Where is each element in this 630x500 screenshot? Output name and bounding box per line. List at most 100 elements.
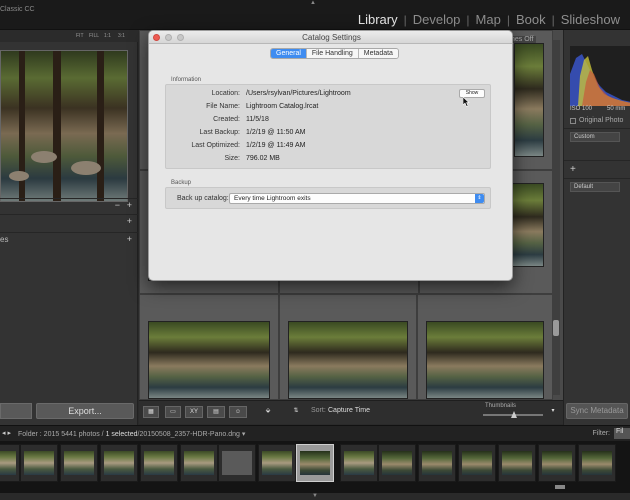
zoom-fit[interactable]: FIT <box>76 33 84 39</box>
filter-select[interactable]: Fil <box>614 428 630 439</box>
minus-icon[interactable]: − <box>115 200 120 210</box>
plus-icon[interactable]: + <box>127 200 132 210</box>
grid-thumbnail[interactable] <box>514 43 544 157</box>
thumbnail-image <box>582 451 612 475</box>
filmstrip-thumbnail[interactable] <box>140 444 178 482</box>
filmstrip-thumbnail[interactable] <box>340 444 378 482</box>
zoom-1-1[interactable]: 1:1 <box>104 33 111 39</box>
grid-thumbnail[interactable] <box>512 183 544 267</box>
grid-toolbar: ▦ ▭ XY ▤ ☺ ⬙ ⇅ Sort: Capture Time Thumbn… <box>139 400 563 424</box>
metadata-preset-select[interactable]: Default <box>570 182 620 192</box>
module-develop[interactable]: Develop <box>407 12 467 27</box>
filmstrip-thumbnail-selected[interactable] <box>296 444 334 482</box>
divider <box>564 160 630 161</box>
module-book[interactable]: Book <box>510 12 552 27</box>
grid-scrollbar[interactable] <box>552 40 560 395</box>
filmstrip-thumbnail[interactable] <box>20 444 58 482</box>
plus-icon[interactable]: + <box>570 164 576 175</box>
grid-view-icon[interactable]: ▦ <box>143 406 159 418</box>
catalog-panel-header[interactable]: − + <box>0 198 138 212</box>
module-map[interactable]: Map <box>470 12 507 27</box>
module-slideshow[interactable]: Slideshow <box>555 12 626 27</box>
rock-shape <box>9 171 29 181</box>
last-backup-row: Last Backup: 1/2/19 @ 11:50 AM <box>166 129 496 139</box>
backup-frequency-select[interactable]: Every time Lightroom exits ⇕ <box>229 193 485 204</box>
thumbnails-label: Thumbnails <box>485 403 517 409</box>
filmstrip-nav-icon[interactable]: ◂ ▸ <box>2 429 11 437</box>
loupe-view-icon[interactable]: ▭ <box>165 406 181 418</box>
survey-view-icon[interactable]: ▤ <box>207 406 225 418</box>
right-panel: ISO 100 50 mm Original Photo Custom + De… <box>563 30 630 425</box>
top-panel-toggle-icon[interactable]: ▲ <box>310 0 316 6</box>
plus-icon[interactable]: + <box>127 216 132 226</box>
grid-cell[interactable] <box>139 294 279 400</box>
bottom-panel-toggle-icon[interactable]: ▼ <box>312 493 318 499</box>
saved-preset-select[interactable]: Custom <box>570 132 620 142</box>
filmstrip-thumbnail[interactable] <box>180 444 218 482</box>
sync-metadata-button[interactable]: Sync Metadata <box>566 403 628 419</box>
thumbnail-image <box>104 451 134 475</box>
filmstrip-thumbnail[interactable] <box>498 444 536 482</box>
checkbox-icon[interactable] <box>570 117 576 124</box>
zoom-3-1[interactable]: 3:1 <box>118 33 125 39</box>
grid-scroll-thumb[interactable] <box>553 320 559 336</box>
photo-count: 5441 photos / <box>61 431 104 438</box>
navigator-preview[interactable] <box>0 50 128 202</box>
filmstrip-thumbnail[interactable] <box>458 444 496 482</box>
information-section: Location: /Users/rsylvan/Pictures/Lightr… <box>165 84 491 169</box>
backup-frequency-value: Every time Lightroom exits <box>234 195 311 202</box>
import-button[interactable] <box>0 403 32 419</box>
filmstrip-source-info[interactable]: Folder : 2015 5441 photos / 1 selected/2… <box>18 430 245 438</box>
grid-thumbnail[interactable] <box>426 321 544 399</box>
thumbnail-image <box>382 451 412 475</box>
filmstrip-thumbnail[interactable] <box>578 444 616 482</box>
filmstrip-thumbnail[interactable] <box>418 444 456 482</box>
sort-select[interactable]: Capture Time <box>328 407 370 414</box>
sort-direction-icon[interactable]: ⇅ <box>287 406 305 418</box>
collections-panel-header[interactable]: es + <box>0 232 138 246</box>
thumbnail-image <box>64 451 94 475</box>
filmstrip-scroll-thumb[interactable] <box>555 485 565 489</box>
backup-section-title: Backup <box>171 180 192 186</box>
filmstrip-thumbnail[interactable] <box>60 444 98 482</box>
module-library[interactable]: Library <box>352 12 404 27</box>
export-button[interactable]: Export... <box>36 403 134 419</box>
iso-readout: ISO 100 <box>570 106 593 112</box>
original-photo-toggle[interactable]: Original Photo <box>570 117 623 124</box>
tab-metadata[interactable]: Metadata <box>358 49 398 58</box>
filmstrip-thumbnail[interactable] <box>100 444 138 482</box>
filmstrip-thumbnail[interactable] <box>538 444 576 482</box>
size-row: Size: 796.02 MB <box>166 155 496 165</box>
painter-icon[interactable]: ⬙ <box>263 406 273 418</box>
filmstrip-thumbnail[interactable] <box>378 444 416 482</box>
zoom-fill[interactable]: FILL <box>89 33 99 39</box>
last-optimized-label: Last Optimized: <box>191 142 240 149</box>
plus-icon[interactable]: + <box>127 234 132 244</box>
histogram <box>570 46 630 106</box>
dialog-titlebar[interactable]: Catalog Settings <box>149 31 512 44</box>
last-backup-label: Last Backup: <box>199 129 240 136</box>
folders-panel-header[interactable]: + <box>0 214 138 228</box>
location-row: Location: /Users/rsylvan/Pictures/Lightr… <box>166 90 496 100</box>
tab-general[interactable]: General <box>271 49 307 58</box>
tab-file-handling[interactable]: File Handling <box>306 49 359 58</box>
filmstrip-thumbnail[interactable] <box>258 444 296 482</box>
rock-shape <box>71 161 101 175</box>
histogram-graph <box>570 54 630 106</box>
compare-view-icon[interactable]: XY <box>185 406 203 418</box>
original-photo-label: Original Photo <box>579 117 624 124</box>
filter-label: Filter: <box>592 430 611 437</box>
grid-cell[interactable] <box>417 294 553 400</box>
focal-length-readout: 50 mm <box>607 106 626 112</box>
tree-shape <box>97 51 104 201</box>
filmstrip-thumbnail[interactable] <box>0 444 20 482</box>
grid-cell[interactable] <box>279 294 417 400</box>
grid-thumbnail[interactable] <box>288 321 408 399</box>
select-chevron-icon[interactable]: ⇕ <box>475 194 484 203</box>
tree-shape <box>53 51 61 201</box>
filmstrip-thumbnail[interactable] <box>218 444 256 482</box>
grid-thumbnail[interactable] <box>148 321 270 399</box>
information-section-title: Information <box>171 77 202 83</box>
toolbar-menu-chevron-icon[interactable]: ▾ <box>547 406 559 418</box>
people-view-icon[interactable]: ☺ <box>229 406 247 418</box>
